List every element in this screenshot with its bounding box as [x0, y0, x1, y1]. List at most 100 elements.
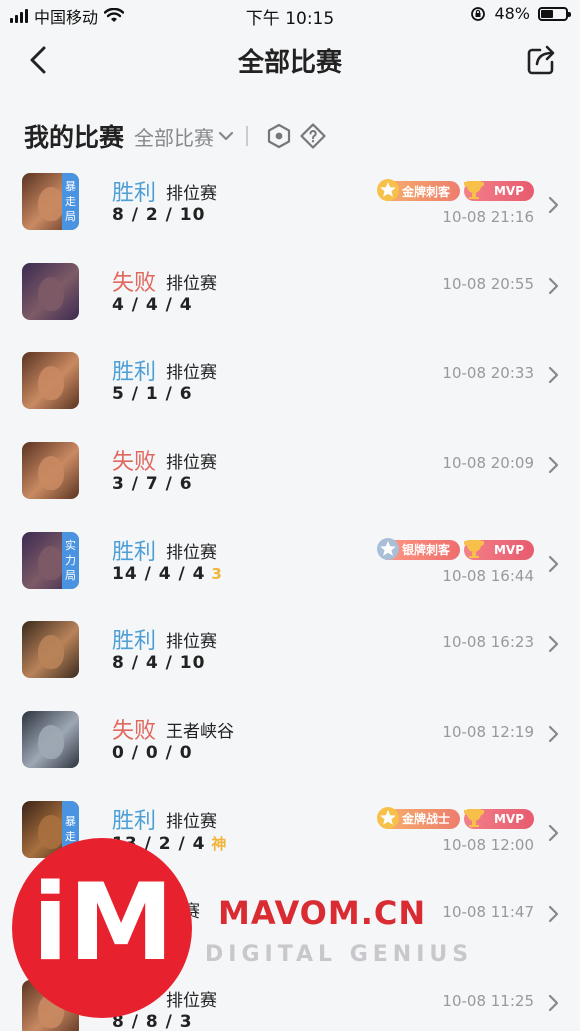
match-time: 10-08 11:47 [442, 902, 534, 921]
match-type-char: 局 [65, 210, 76, 223]
hero-portrait [38, 456, 64, 491]
match-kda: 0 / 0 / 0 [112, 743, 193, 763]
match-row[interactable]: 实力局 胜利 排位赛 14 / 4 / 4 3 银牌刺客 MVP 10-08 16:44 [0, 514, 580, 604]
rank-badge-label: 金牌刺客 [401, 184, 450, 199]
match-mode: 排位赛 [166, 363, 217, 384]
mvp-badge: MVP [463, 808, 534, 829]
match-kda: 5 / 1 / 6 [112, 384, 193, 404]
chevron-right-icon[interactable] [546, 195, 560, 215]
match-time: 10-08 16:44 [442, 566, 534, 585]
match-badges: 金牌刺客 MVP [376, 179, 534, 201]
hero-avatar [22, 711, 79, 769]
match-mode: 排位赛 [166, 811, 217, 832]
share-icon[interactable] [526, 42, 556, 76]
match-row[interactable]: 胜利 排位赛 5 / 1 / 6 10-08 20:33 [0, 334, 580, 424]
section-header: 我的比赛 全部比赛 [24, 118, 326, 154]
match-type-char: 暴 [65, 180, 76, 193]
match-row[interactable]: 失败 王者峡谷 0 / 0 / 0 10-08 12:19 [0, 693, 580, 783]
match-kda: 14 / 4 / 4 3 [112, 564, 223, 584]
hero-avatar [22, 621, 79, 679]
chevron-right-icon[interactable] [546, 276, 560, 296]
match-result: 胜利 [112, 629, 157, 655]
match-result: 胜利 [112, 360, 157, 386]
hero-portrait [38, 635, 64, 670]
hero-portrait [38, 276, 64, 311]
rank-badge: 银牌刺客 [376, 537, 460, 560]
match-type-char: 力 [65, 553, 76, 567]
rotation-lock-icon [471, 6, 486, 21]
match-kda: 8 / 4 / 10 [112, 653, 205, 673]
match-kda: 8 / 2 / 10 [112, 205, 205, 225]
match-row[interactable]: 暴走局 胜利 排位赛 8 / 2 / 10 金牌刺客 MVP 10-08 21:16 [0, 155, 580, 245]
match-mode: 排位赛 [166, 542, 217, 563]
filter-label: 全部比赛 [134, 125, 215, 150]
kda-value: 14 / 4 / 4 [112, 563, 206, 584]
match-time: 10-08 11:25 [442, 992, 534, 1011]
trophy-icon [463, 539, 484, 558]
match-badges: 金牌战士 MVP [376, 806, 534, 829]
match-result: 失败 [112, 270, 157, 296]
chevron-right-icon[interactable] [546, 823, 560, 843]
star-icon [376, 806, 399, 829]
match-mode: 王者峡谷 [166, 722, 234, 743]
match-row[interactable]: 胜利 排位赛 8 / 4 / 10 10-08 16:23 [0, 603, 580, 693]
chevron-right-icon[interactable] [546, 634, 560, 654]
filter-dropdown[interactable]: 全部比赛 [134, 122, 234, 151]
match-time: 10-08 16:23 [442, 633, 534, 652]
chevron-right-icon[interactable] [546, 365, 560, 385]
hero-avatar [22, 352, 79, 410]
hero-portrait [38, 545, 64, 580]
match-row[interactable]: 失败 排位赛 3 / 7 / 6 10-08 20:09 [0, 424, 580, 514]
match-badges: 银牌刺客 MVP [376, 537, 534, 560]
match-mode: 排位赛 [166, 273, 217, 294]
match-time: 10-08 20:33 [442, 364, 534, 383]
hero-portrait [38, 187, 64, 221]
section-title: 我的比赛 [24, 123, 125, 152]
chevron-right-icon[interactable] [546, 455, 560, 475]
match-result: 失败 [112, 450, 157, 476]
kda-value: 0 / 0 / 0 [112, 743, 193, 764]
trophy-icon [463, 181, 484, 199]
match-result: 胜利 [112, 181, 157, 206]
mvp-label: MVP [493, 184, 524, 198]
match-result: 胜利 [112, 539, 157, 565]
chevron-right-icon[interactable] [546, 904, 560, 924]
mvp-label: MVP [493, 811, 524, 826]
match-mode: 排位赛 [166, 453, 217, 474]
nav-bar: 全部比赛 [0, 30, 580, 90]
match-type-char: 局 [65, 568, 76, 582]
help-icon[interactable] [300, 123, 326, 149]
match-result: 胜利 [112, 808, 157, 834]
kda-value: 8 / 4 / 10 [112, 653, 206, 674]
rank-badge-label: 金牌战士 [401, 812, 450, 827]
match-time: 10-08 12:00 [442, 835, 534, 854]
battery-percent: 48% [494, 4, 530, 23]
match-result: 失败 [112, 719, 157, 745]
hero-portrait [38, 366, 64, 401]
star-icon [376, 179, 399, 201]
match-type-char: 实 [65, 538, 76, 552]
rank-badge: 金牌战士 [376, 806, 460, 829]
chevron-right-icon[interactable] [546, 554, 560, 574]
watermark-logo-text: iM [32, 861, 174, 984]
chevron-right-icon[interactable] [546, 993, 560, 1013]
hero-avatar: 实力局 [22, 531, 79, 589]
kda-value: 3 / 7 / 6 [112, 474, 193, 495]
match-time: 10-08 21:16 [442, 208, 534, 226]
chevron-right-icon[interactable] [546, 724, 560, 744]
hero-avatar: 暴走局 [22, 173, 79, 230]
rank-badge-label: 银牌刺客 [401, 543, 450, 558]
match-time: 10-08 20:09 [442, 454, 534, 473]
hexagon-filter-icon[interactable] [266, 123, 292, 149]
hero-avatar [22, 442, 79, 500]
chevron-down-icon [218, 131, 234, 141]
mvp-label: MVP [493, 542, 524, 557]
trophy-icon [463, 808, 484, 827]
match-type-tag: 暴走局 [62, 173, 79, 230]
match-row[interactable]: 失败 排位赛 4 / 4 / 4 10-08 20:55 [0, 245, 580, 335]
kda-value: 5 / 1 / 6 [112, 384, 193, 405]
mvp-badge: MVP [463, 181, 534, 201]
match-kda: 3 / 7 / 6 [112, 474, 193, 494]
star-icon [376, 537, 399, 560]
match-kda: 4 / 4 / 4 [112, 295, 193, 315]
